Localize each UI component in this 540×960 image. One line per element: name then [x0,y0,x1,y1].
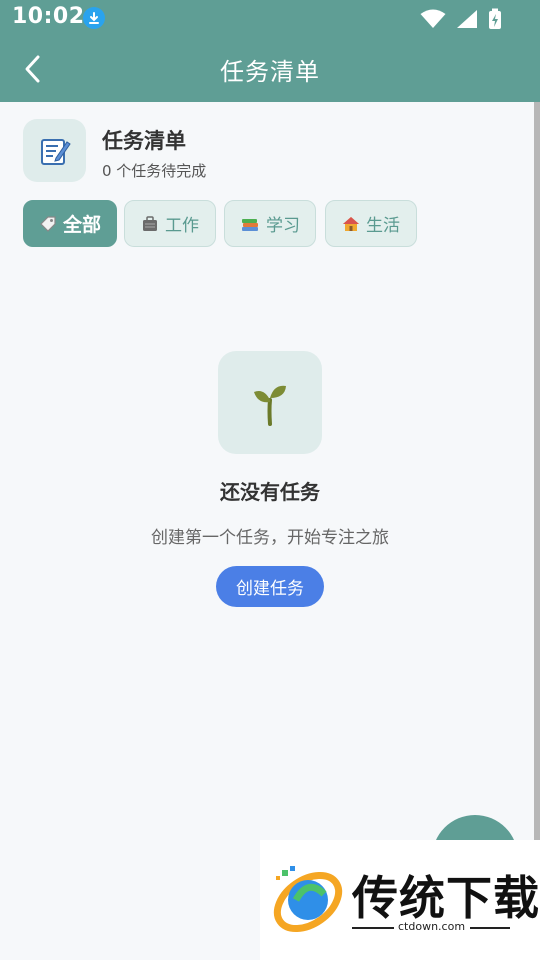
tab-study[interactable]: 学习 [224,200,316,247]
list-title: 任务清单 [102,129,186,153]
signal-icon [457,10,477,28]
tag-icon [40,215,56,232]
status-bar: 10:02 [0,0,540,36]
memo-icon [40,138,71,165]
watermark-brand: 传统下载 [352,871,540,925]
app-bar: 任务清单 [0,36,540,102]
empty-state-icon-box [218,351,322,454]
watermark-rule-left [352,927,394,929]
empty-state-subtitle: 创建第一个任务，开始专注之旅 [151,528,389,548]
tab-label: 生活 [366,216,400,236]
house-icon [343,216,359,231]
wifi-icon [420,9,446,28]
seedling-icon [254,385,286,426]
status-icons [420,8,502,30]
watermark: 传统下载 ctdown.com [260,840,540,960]
briefcase-icon [143,215,157,231]
list-header: 任务清单 0 个任务待完成 [23,119,523,189]
battery-charging-icon [489,8,501,29]
tab-label: 工作 [165,216,199,236]
tab-label: 学习 [266,216,300,236]
ctdown-logo [273,866,343,933]
download-icon [83,7,105,29]
create-task-button[interactable]: 创建任务 [216,566,324,607]
watermark-rule-right [470,927,510,929]
books-icon [242,218,258,231]
page-title: 任务清单 [220,58,320,86]
header-icon-box [23,119,86,182]
tab-label: 全部 [62,214,101,236]
empty-state-title: 还没有任务 [220,480,320,504]
tab-life[interactable]: 生活 [325,200,417,247]
tab-all[interactable]: 全部 [23,200,117,247]
pending-count: 0 个任务待完成 [102,162,207,180]
status-time: 10:02 [12,4,85,29]
tab-work[interactable]: 工作 [124,200,216,247]
watermark-url: ctdown.com [398,920,466,933]
